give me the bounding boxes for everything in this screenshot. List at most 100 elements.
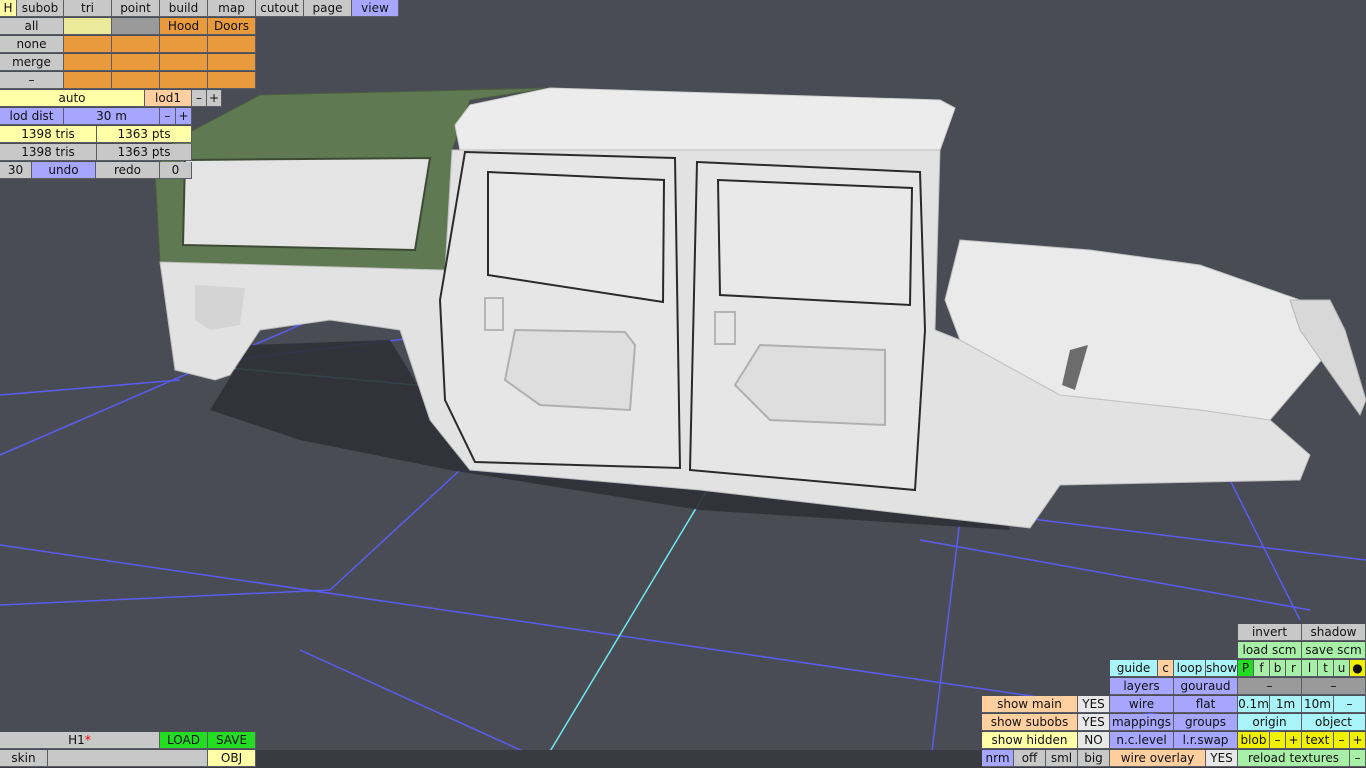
wire-overlay-label[interactable]: wire overlay — [1110, 750, 1206, 767]
group-slot-2[interactable] — [112, 18, 160, 35]
text-minus-button[interactable]: – — [1334, 732, 1350, 749]
group-slot-1[interactable] — [64, 18, 112, 35]
wire-overlay-value[interactable]: YES — [1206, 750, 1238, 767]
group-slot-r4c3[interactable] — [160, 72, 208, 89]
lod-auto-button[interactable]: auto — [0, 90, 145, 107]
show-subobs-label[interactable]: show subobs — [982, 714, 1078, 731]
show-hidden-label[interactable]: show hidden — [982, 732, 1078, 749]
tab-view[interactable]: view — [352, 0, 399, 17]
mappings-button[interactable]: mappings — [1110, 714, 1174, 731]
guide-button[interactable]: guide — [1110, 660, 1158, 677]
group-hood-button[interactable]: Hood — [160, 18, 208, 35]
flag-dot-button[interactable]: ● — [1350, 660, 1366, 677]
c-button[interactable]: c — [1158, 660, 1174, 677]
nc-level-button[interactable]: n.c.level — [1110, 732, 1174, 749]
object-button[interactable]: object — [1302, 714, 1366, 731]
blob-plus-button[interactable]: + — [1286, 732, 1302, 749]
remove-button[interactable]: – — [0, 72, 64, 89]
shadow-button[interactable]: shadow — [1302, 624, 1366, 641]
load-scm-button[interactable]: load scm — [1238, 642, 1302, 659]
save-scm-button[interactable]: save scm — [1302, 642, 1366, 659]
viewport-3d[interactable] — [0, 0, 1366, 768]
lr-swap-button[interactable]: l.r.swap — [1174, 732, 1238, 749]
lod-plus-button[interactable]: + — [207, 90, 222, 107]
group-slot-r2c2[interactable] — [112, 36, 160, 53]
flag-u-button[interactable]: u — [1334, 660, 1350, 677]
show-main-label[interactable]: show main — [982, 696, 1078, 713]
tab-subob[interactable]: subob — [17, 0, 64, 17]
layers-button[interactable]: layers — [1110, 678, 1174, 695]
group-slot-r4c1[interactable] — [64, 72, 112, 89]
rear-window — [181, 156, 432, 252]
scale-01m-button[interactable]: 0.1m — [1238, 696, 1270, 713]
file-name[interactable]: H1* — [0, 732, 160, 749]
text-button[interactable]: text — [1302, 732, 1334, 749]
group-slot-r2c1[interactable] — [64, 36, 112, 53]
dash-button-1[interactable]: – — [1238, 678, 1302, 695]
lod1-button[interactable]: lod1 — [145, 90, 192, 107]
tri-count: 1398 tris — [0, 126, 97, 143]
flag-b-button[interactable]: b — [1270, 660, 1286, 677]
lod-minus-button[interactable]: – — [192, 90, 207, 107]
show-subobs-value[interactable]: YES — [1078, 714, 1110, 731]
groups-button[interactable]: groups — [1174, 714, 1238, 731]
invert-button[interactable]: invert — [1238, 624, 1302, 641]
point-count: 1363 pts — [97, 126, 192, 143]
tab-page[interactable]: page — [304, 0, 352, 17]
group-slot-r2c4[interactable] — [208, 36, 256, 53]
origin-button[interactable]: origin — [1238, 714, 1302, 731]
tab-cutout[interactable]: cutout — [256, 0, 304, 17]
scale-1m-button[interactable]: 1m — [1270, 696, 1302, 713]
show-hidden-value[interactable]: NO — [1078, 732, 1110, 749]
obj-button[interactable]: OBJ — [208, 750, 256, 767]
flag-l-button[interactable]: l — [1302, 660, 1318, 677]
flag-t-button[interactable]: t — [1318, 660, 1334, 677]
flag-f-button[interactable]: f — [1254, 660, 1270, 677]
big-button[interactable]: big — [1078, 750, 1110, 767]
lod-dist-plus-button[interactable]: + — [176, 108, 192, 125]
off-button[interactable]: off — [1014, 750, 1046, 767]
redo-button[interactable]: redo — [96, 162, 160, 179]
group-slot-r3c4[interactable] — [208, 54, 256, 71]
tab-map[interactable]: map — [208, 0, 256, 17]
flag-r-button[interactable]: r — [1286, 660, 1302, 677]
load-button[interactable]: LOAD — [160, 732, 208, 749]
sml-button[interactable]: sml — [1046, 750, 1078, 767]
group-slot-r2c3[interactable] — [160, 36, 208, 53]
merge-button[interactable]: merge — [0, 54, 64, 71]
group-doors-button[interactable]: Doors — [208, 18, 256, 35]
group-slot-r4c2[interactable] — [112, 72, 160, 89]
reload-textures-button[interactable]: reload textures — [1238, 750, 1350, 767]
tab-build[interactable]: build — [160, 0, 208, 17]
show-main-value[interactable]: YES — [1078, 696, 1110, 713]
reload-minus-button[interactable]: – — [1350, 750, 1366, 767]
loop-button[interactable]: loop — [1174, 660, 1206, 677]
lod-dist-minus-button[interactable]: – — [160, 108, 176, 125]
lod-dist-value: 30 m — [64, 108, 160, 125]
scale-minus-button[interactable]: – — [1334, 696, 1366, 713]
dash-button-2[interactable]: – — [1302, 678, 1366, 695]
undo-button[interactable]: undo — [32, 162, 96, 179]
flag-p-button[interactable]: P — [1238, 660, 1254, 677]
skin-label: skin — [0, 750, 48, 767]
scale-10m-button[interactable]: 10m — [1302, 696, 1334, 713]
text-plus-button[interactable]: + — [1350, 732, 1366, 749]
nrm-button[interactable]: nrm — [982, 750, 1014, 767]
select-all-button[interactable]: all — [0, 18, 64, 35]
tab-tri[interactable]: tri — [64, 0, 112, 17]
blob-button[interactable]: blob — [1238, 732, 1270, 749]
show-button[interactable]: show — [1206, 660, 1238, 677]
gouraud-button[interactable]: gouraud — [1174, 678, 1238, 695]
tab-point[interactable]: point — [112, 0, 160, 17]
skin-field[interactable] — [48, 750, 208, 767]
save-button[interactable]: SAVE — [208, 732, 256, 749]
flat-button[interactable]: flat — [1174, 696, 1238, 713]
group-slot-r3c2[interactable] — [112, 54, 160, 71]
select-none-button[interactable]: none — [0, 36, 64, 53]
wire-button[interactable]: wire — [1110, 696, 1174, 713]
h-toggle-button[interactable]: H — [0, 0, 17, 17]
group-slot-r3c3[interactable] — [160, 54, 208, 71]
group-slot-r3c1[interactable] — [64, 54, 112, 71]
blob-minus-button[interactable]: – — [1270, 732, 1286, 749]
group-slot-r4c4[interactable] — [208, 72, 256, 89]
